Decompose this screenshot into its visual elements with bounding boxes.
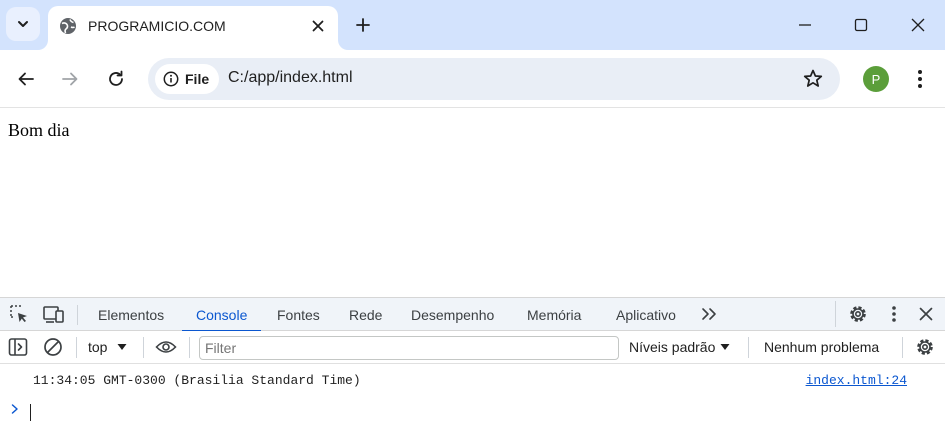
browser-toolbar: File C:/app/index.html P	[0, 50, 945, 108]
devtools-panel: Elementos Console Fontes Rede Desempenho…	[0, 297, 945, 440]
tab-elementos[interactable]: Elementos	[98, 298, 164, 331]
log-levels-label: Níveis padrão	[629, 339, 716, 355]
inspect-icon	[10, 305, 27, 322]
eye-icon	[155, 341, 177, 353]
clear-console-button[interactable]	[42, 336, 64, 358]
reload-button[interactable]	[104, 67, 128, 91]
log-levels-dropdown[interactable]: Níveis padrão	[629, 339, 730, 355]
devtools-close-button[interactable]	[915, 303, 937, 325]
back-button[interactable]	[14, 67, 38, 91]
browser-menu-button[interactable]	[910, 67, 930, 91]
star-icon	[803, 69, 823, 87]
block-icon	[44, 338, 62, 356]
gear-icon	[917, 339, 933, 355]
reload-icon	[109, 70, 123, 86]
console-message-source-link[interactable]: index.html:24	[806, 373, 907, 388]
sidebar-icon	[8, 338, 28, 356]
inspect-element-button[interactable]	[8, 303, 30, 325]
caret-down-icon	[720, 344, 730, 350]
devtools-tab-bar: Elementos Console Fontes Rede Desempenho…	[0, 298, 945, 332]
tab-rede[interactable]: Rede	[349, 298, 382, 331]
console-filter-input[interactable]	[199, 336, 619, 360]
toolbar-divider	[143, 337, 144, 358]
console-message-text: 11:34:05 GMT-0300 (Brasilia Standard Tim…	[33, 373, 361, 388]
devtools-menu-button[interactable]	[883, 303, 905, 325]
double-chevron-right-icon	[702, 308, 716, 320]
close-icon	[911, 18, 925, 32]
tab-aplicativo[interactable]: Aplicativo	[616, 298, 676, 331]
url-text[interactable]: C:/app/index.html	[228, 69, 353, 87]
new-tab-button[interactable]	[352, 14, 374, 36]
gear-icon	[850, 306, 866, 322]
maximize-button[interactable]	[850, 14, 872, 36]
globe-icon	[60, 18, 76, 34]
minimize-icon	[799, 24, 811, 26]
toolbar-divider	[748, 337, 749, 358]
tab-title: PROGRAMICIO.COM	[88, 18, 226, 34]
tab-fontes[interactable]: Fontes	[277, 298, 320, 331]
arrow-right-icon	[62, 72, 78, 86]
plus-icon	[356, 18, 370, 32]
context-selector-label: top	[88, 339, 108, 355]
profile-initial: P	[871, 71, 881, 87]
close-icon	[312, 20, 324, 32]
more-vertical-icon	[892, 306, 896, 322]
caret-down-icon	[117, 344, 127, 350]
minimize-button[interactable]	[794, 14, 816, 36]
console-message: 11:34:05 GMT-0300 (Brasilia Standard Tim…	[0, 364, 945, 390]
text-cursor	[30, 404, 31, 421]
close-icon	[919, 307, 933, 321]
info-icon	[163, 71, 179, 87]
maximize-icon	[854, 18, 868, 32]
live-expression-button[interactable]	[155, 336, 177, 358]
forward-button[interactable]	[58, 67, 82, 91]
device-toolbar-button[interactable]	[43, 303, 65, 325]
window-close-button[interactable]	[907, 14, 929, 36]
device-icon	[43, 306, 64, 323]
address-bar[interactable]: File C:/app/index.html	[148, 58, 840, 100]
console-filter-bar: top Níveis padrão Nenhum problema	[0, 331, 945, 364]
bookmark-button[interactable]	[802, 68, 824, 90]
console-settings-button[interactable]	[914, 336, 936, 358]
arrow-left-icon	[18, 72, 34, 86]
toolbar-divider	[77, 305, 78, 325]
console-prompt[interactable]	[10, 402, 310, 422]
site-info-chip[interactable]: File	[155, 64, 220, 94]
chevron-down-icon	[18, 21, 28, 27]
prompt-chevron-icon	[11, 404, 18, 414]
tab-search-button[interactable]	[6, 7, 40, 41]
tab-strip: PROGRAMICIO.COM	[0, 0, 945, 50]
toolbar-divider	[76, 337, 77, 358]
site-info-label: File	[185, 71, 210, 87]
more-vertical-icon	[918, 70, 922, 88]
profile-avatar[interactable]: P	[863, 66, 889, 92]
context-selector[interactable]: top	[88, 339, 127, 355]
toolbar-divider	[189, 337, 190, 358]
toolbar-divider	[902, 337, 903, 358]
tab-desempenho[interactable]: Desempenho	[411, 298, 494, 331]
page-viewport: Bom dia	[0, 109, 945, 297]
tab-memoria[interactable]: Memória	[527, 298, 581, 331]
more-tabs-button[interactable]	[698, 303, 720, 325]
toolbar-divider	[835, 301, 836, 327]
tab-console[interactable]: Console	[181, 298, 262, 332]
devtools-settings-button[interactable]	[847, 303, 869, 325]
page-body-text: Bom dia	[8, 120, 70, 140]
browser-tab-active[interactable]: PROGRAMICIO.COM	[48, 6, 338, 50]
console-sidebar-button[interactable]	[7, 336, 29, 358]
tab-close-button[interactable]	[308, 16, 328, 36]
issues-counter[interactable]: Nenhum problema	[764, 339, 879, 355]
